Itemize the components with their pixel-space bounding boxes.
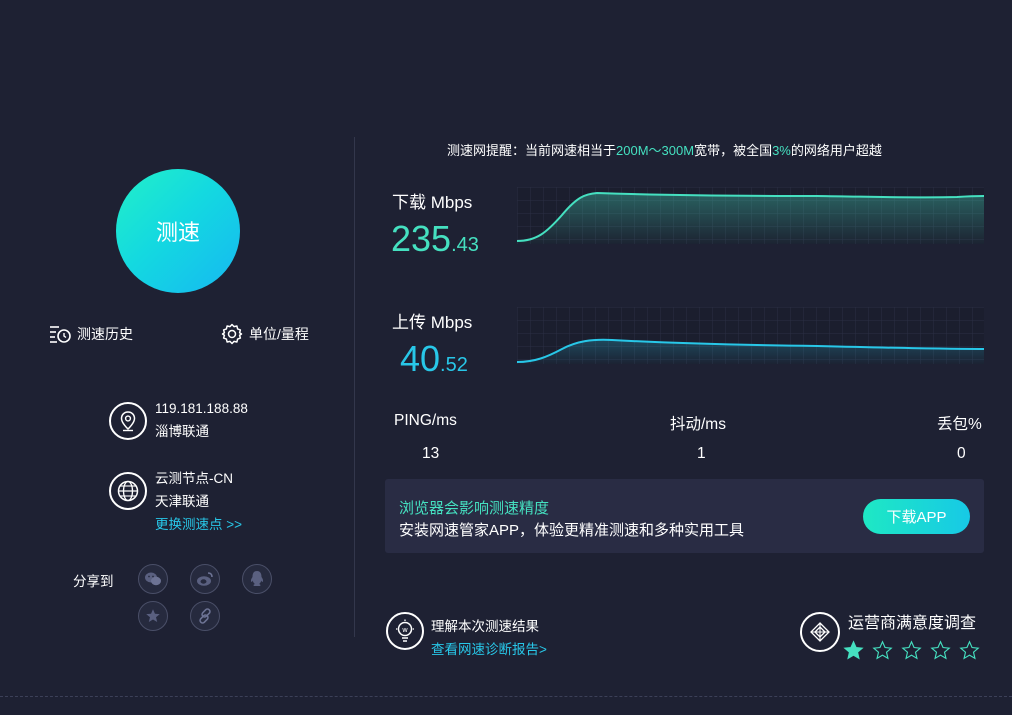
- rating-star-5-icon[interactable]: [959, 640, 980, 661]
- download-value-int: 235: [391, 218, 452, 259]
- download-app-button[interactable]: 下载APP: [863, 499, 970, 534]
- jitter-value: 1: [697, 445, 706, 462]
- star-icon[interactable]: [138, 601, 168, 631]
- rating-star-1-icon[interactable]: [843, 640, 864, 661]
- start-speed-test-button[interactable]: 测速: [116, 169, 240, 293]
- notice-percent: 3%: [772, 143, 791, 158]
- download-graph: [517, 187, 984, 244]
- upload-value-dec: .52: [440, 354, 468, 376]
- upload-value-int: 40: [400, 338, 441, 379]
- download-value-dec: .43: [451, 234, 479, 256]
- panel-divider: [354, 137, 355, 637]
- gear-icon: [221, 323, 243, 345]
- upload-value: 40.52: [400, 339, 468, 385]
- upload-label: 上传 Mbps: [392, 313, 473, 332]
- jitter-label: 抖动/ms: [670, 416, 726, 433]
- location-pin-icon: [109, 402, 147, 440]
- weibo-icon[interactable]: [190, 564, 220, 594]
- rating-star-2-icon[interactable]: [872, 640, 893, 661]
- unit-range-label: 单位/量程: [249, 326, 309, 342]
- china-unicom-logo-icon: [800, 612, 840, 652]
- satisfaction-rating: [843, 640, 980, 661]
- notice-suffix: 的网络用户超越: [790, 143, 882, 158]
- wechat-icon[interactable]: [138, 564, 168, 594]
- share-label: 分享到: [73, 574, 114, 589]
- node-isp: 天津联通: [155, 494, 209, 509]
- history-icon: [50, 326, 71, 343]
- speed-notice: 测速网提醒：当前网速相当于200M～300M宽带，被全国3%的网络用户超越: [447, 140, 882, 159]
- notice-prefix: 测速网提醒：当前网速相当于: [447, 143, 617, 158]
- upload-graph: [517, 307, 984, 364]
- report-title: 理解本次测速结果: [431, 619, 539, 634]
- ping-label: PING/ms: [394, 412, 457, 429]
- node-name: 云测节点-CN: [155, 471, 233, 486]
- ping-value: 13: [422, 445, 440, 462]
- banner-description: 安装网速管家APP，体验更精准测速和多种实用工具: [399, 522, 745, 539]
- banner-title: 浏览器会影响测速精度: [399, 500, 550, 517]
- bottom-divider: [0, 696, 1012, 697]
- survey-title: 运营商满意度调查: [848, 615, 977, 632]
- svg-text:w: w: [402, 626, 408, 634]
- notice-middle: 宽带，被全国: [694, 143, 773, 158]
- node-info: 云测节点-CN 天津联通 更换测速点 >>: [155, 467, 242, 536]
- speed-history-label: 测速历史: [77, 326, 133, 342]
- rating-star-3-icon[interactable]: [901, 640, 922, 661]
- client-isp: 淄博联通: [155, 424, 209, 439]
- unit-range-button[interactable]: 单位/量程: [221, 323, 309, 345]
- report-block: 理解本次测速结果 查看网速诊断报告>: [431, 615, 547, 661]
- speed-history-button[interactable]: 测速历史: [49, 323, 133, 345]
- qq-icon[interactable]: [242, 564, 272, 594]
- change-node-link[interactable]: 更换测速点 >>: [155, 513, 242, 536]
- download-label: 下载 Mbps: [392, 193, 473, 212]
- globe-icon: [109, 472, 147, 510]
- link-icon[interactable]: [190, 601, 220, 631]
- notice-bandwidth: 200M～300M: [616, 143, 695, 158]
- packet-loss-value: 0: [957, 445, 966, 462]
- diagnosis-report-link[interactable]: 查看网速诊断报告>: [431, 638, 547, 661]
- download-value: 235.43: [391, 219, 479, 265]
- start-speed-test-label: 测速: [155, 220, 200, 245]
- client-ip: 119.181.188.88: [155, 401, 248, 416]
- packet-loss-label: 丢包%: [937, 416, 982, 433]
- app-promo-banner: 浏览器会影响测速精度 安装网速管家APP，体验更精准测速和多种实用工具 下载AP…: [385, 479, 984, 553]
- rating-star-4-icon[interactable]: [930, 640, 951, 661]
- client-info: 119.181.188.88 淄博联通: [155, 397, 248, 443]
- lightbulb-icon: w: [386, 612, 424, 650]
